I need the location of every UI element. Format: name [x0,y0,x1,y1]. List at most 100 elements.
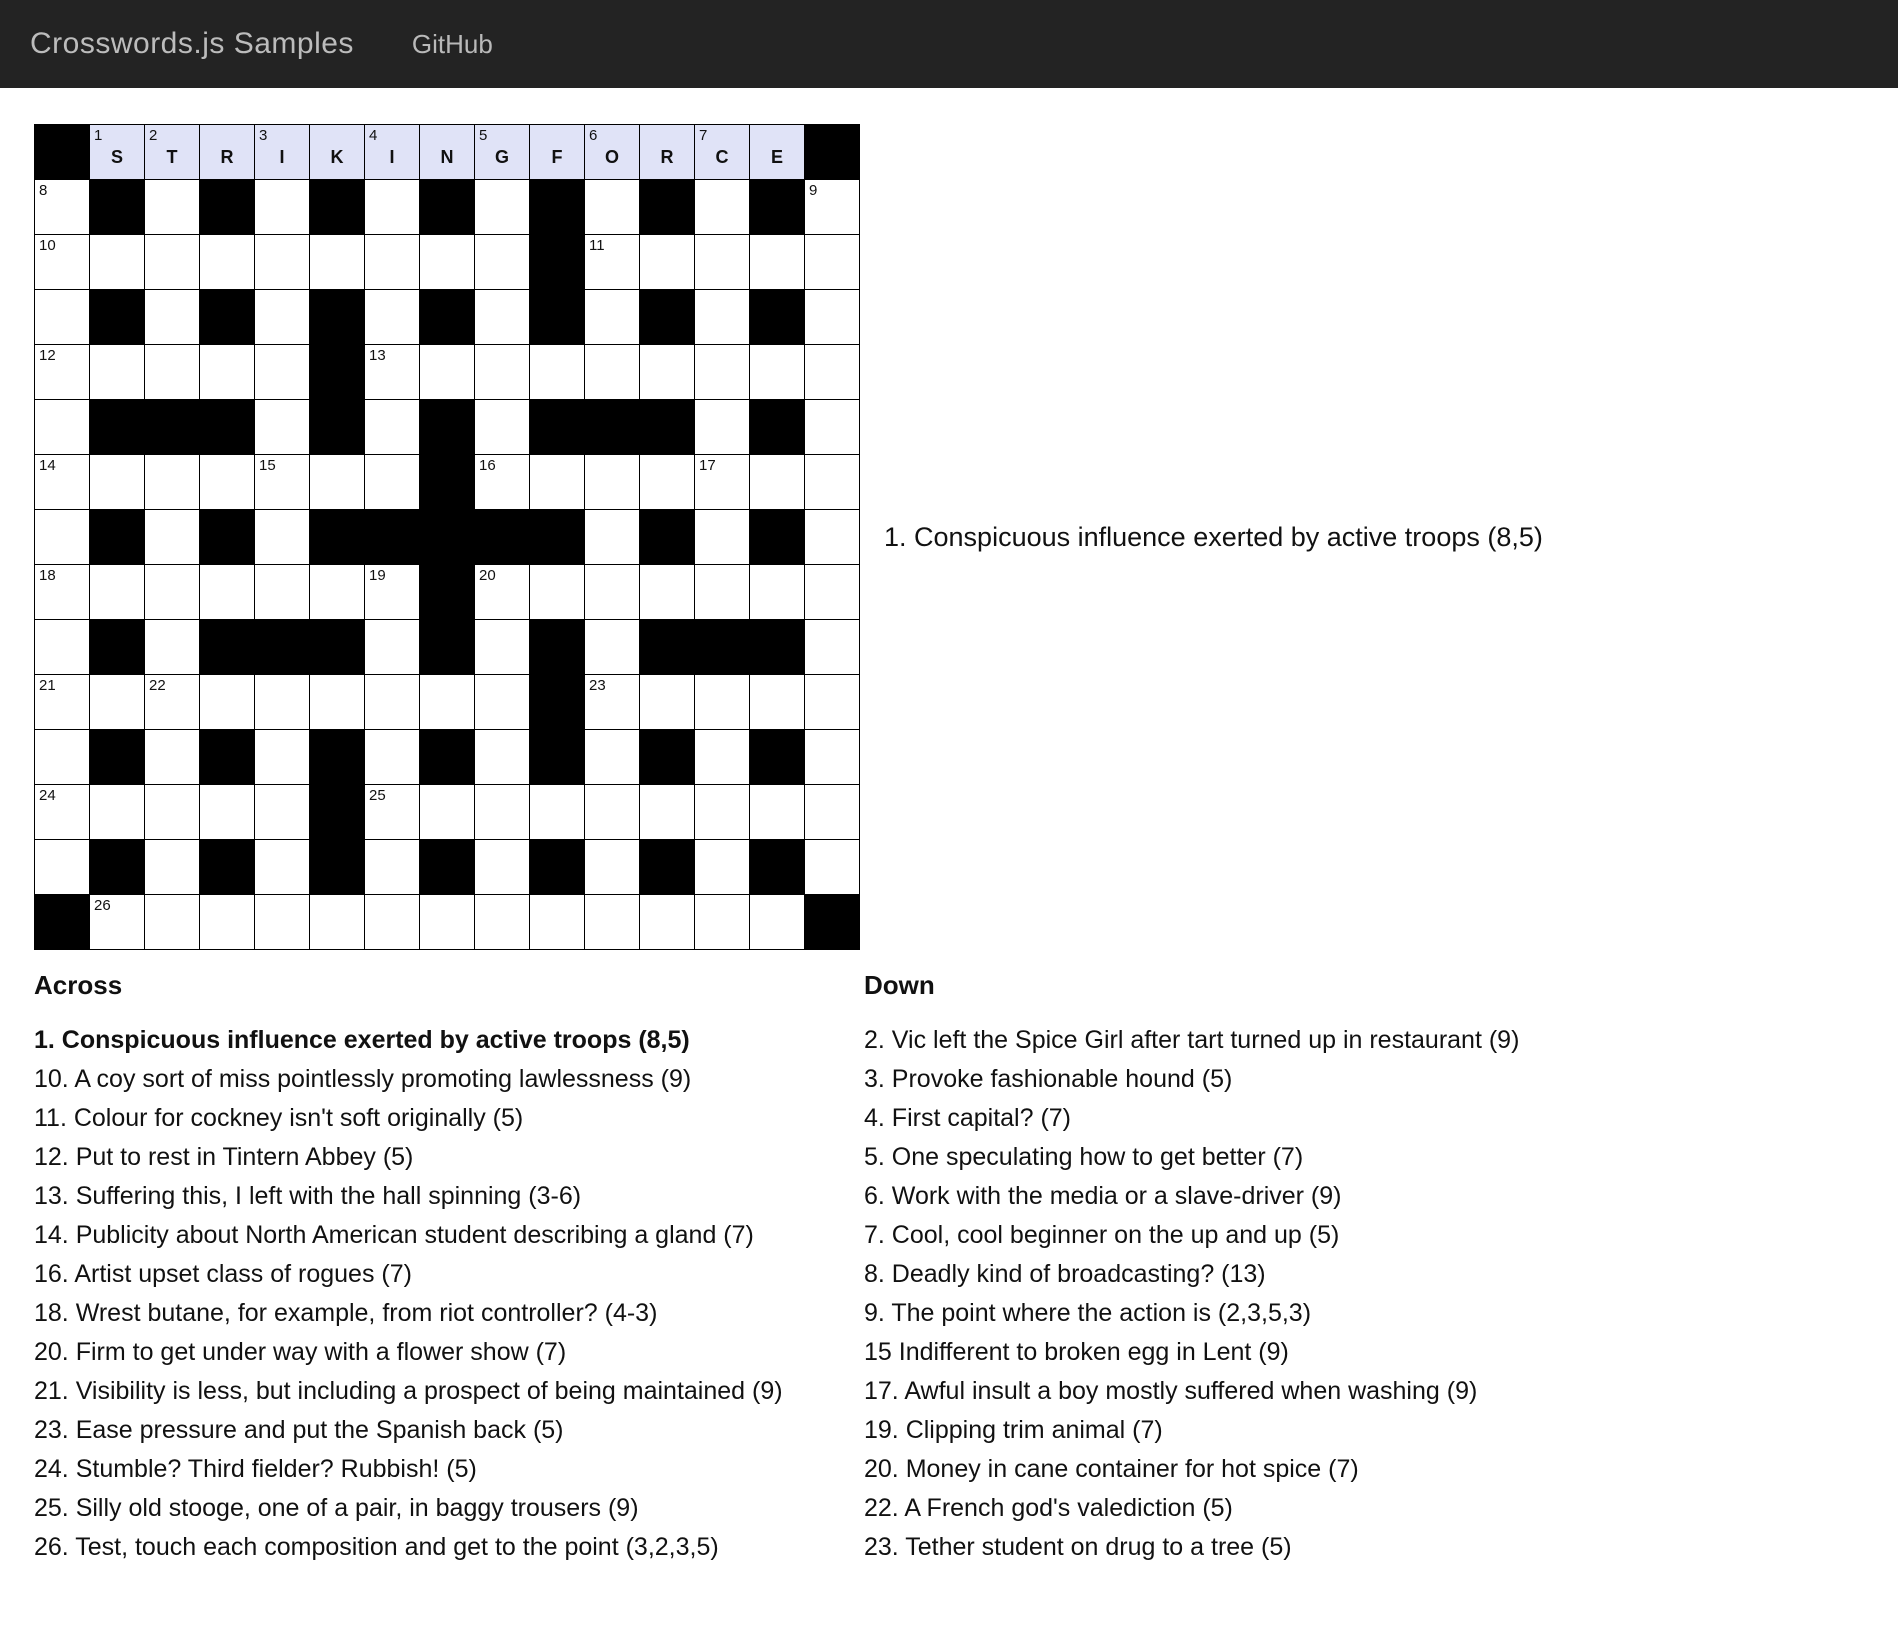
grid-cell[interactable] [805,620,860,675]
grid-cell[interactable]: 22 [145,675,200,730]
grid-cell[interactable] [35,730,90,785]
grid-cell[interactable]: 26 [90,895,145,950]
grid-cell[interactable] [640,455,695,510]
grid-cell[interactable] [475,730,530,785]
grid-cell[interactable] [90,235,145,290]
grid-cell[interactable] [750,345,805,400]
grid-cell[interactable]: 9 [805,180,860,235]
down-clue[interactable]: 20. Money in cane container for hot spic… [864,1450,1519,1489]
down-clue[interactable]: 2. Vic left the Spice Girl after tart tu… [864,1021,1519,1060]
across-clue[interactable]: 13. Suffering this, I left with the hall… [34,1177,864,1216]
grid-cell[interactable] [420,675,475,730]
down-clue[interactable]: 19. Clipping trim animal (7) [864,1411,1519,1450]
grid-cell[interactable] [640,565,695,620]
grid-cell[interactable] [255,565,310,620]
grid-cell[interactable] [805,345,860,400]
grid-cell[interactable] [365,290,420,345]
grid-cell[interactable] [750,235,805,290]
grid-cell[interactable]: 12 [35,345,90,400]
down-clue[interactable]: 22. A French god's valediction (5) [864,1489,1519,1528]
grid-cell[interactable] [695,895,750,950]
grid-cell[interactable] [585,840,640,895]
grid-cell[interactable] [310,455,365,510]
grid-cell[interactable] [585,455,640,510]
grid-cell[interactable] [255,785,310,840]
grid-cell[interactable] [695,510,750,565]
grid-cell[interactable] [475,345,530,400]
grid-cell[interactable] [475,400,530,455]
grid-cell[interactable] [200,895,255,950]
grid-cell[interactable] [90,565,145,620]
grid-cell[interactable] [365,895,420,950]
across-clue[interactable]: 25. Silly old stooge, one of a pair, in … [34,1489,864,1528]
grid-cell[interactable] [475,620,530,675]
grid-cell[interactable]: 13 [365,345,420,400]
grid-cell[interactable] [145,345,200,400]
grid-cell[interactable] [255,895,310,950]
grid-cell[interactable] [585,785,640,840]
grid-cell[interactable] [640,675,695,730]
grid-cell[interactable]: 14 [35,455,90,510]
grid-cell[interactable] [255,840,310,895]
grid-cell[interactable] [585,565,640,620]
grid-cell[interactable] [365,180,420,235]
down-clue[interactable]: 9. The point where the action is (2,3,5,… [864,1294,1519,1333]
grid-cell[interactable] [585,510,640,565]
grid-cell[interactable] [255,180,310,235]
grid-cell[interactable] [310,895,365,950]
grid-cell[interactable]: 7C [695,125,750,180]
grid-cell[interactable] [35,840,90,895]
grid-cell[interactable] [365,675,420,730]
grid-cell[interactable] [255,730,310,785]
grid-cell[interactable]: 25 [365,785,420,840]
grid-cell[interactable] [695,180,750,235]
grid-cell[interactable] [200,565,255,620]
grid-cell[interactable] [145,785,200,840]
grid-cell[interactable] [200,235,255,290]
across-clue[interactable]: 16. Artist upset class of rogues (7) [34,1255,864,1294]
grid-cell[interactable]: 5G [475,125,530,180]
grid-cell[interactable] [200,345,255,400]
grid-cell[interactable]: 2T [145,125,200,180]
grid-cell[interactable] [255,235,310,290]
grid-cell[interactable]: 3I [255,125,310,180]
grid-cell[interactable] [475,180,530,235]
grid-cell[interactable] [530,785,585,840]
grid-cell[interactable] [35,400,90,455]
grid-cell[interactable] [200,785,255,840]
grid-cell[interactable] [530,565,585,620]
grid-cell[interactable] [805,785,860,840]
grid-cell[interactable] [750,895,805,950]
grid-cell[interactable] [805,235,860,290]
grid-cell[interactable] [365,730,420,785]
grid-cell[interactable]: R [640,125,695,180]
grid-cell[interactable]: 4I [365,125,420,180]
down-clue[interactable]: 4. First capital? (7) [864,1099,1519,1138]
grid-cell[interactable] [695,840,750,895]
grid-cell[interactable] [475,675,530,730]
grid-cell[interactable]: 16 [475,455,530,510]
grid-cell[interactable] [145,290,200,345]
across-clue[interactable]: 26. Test, touch each composition and get… [34,1528,864,1567]
grid-cell[interactable] [145,620,200,675]
grid-cell[interactable]: N [420,125,475,180]
grid-cell[interactable] [805,290,860,345]
across-clue[interactable]: 11. Colour for cockney isn't soft origin… [34,1099,864,1138]
grid-cell[interactable] [200,675,255,730]
across-clue[interactable]: 20. Firm to get under way with a flower … [34,1333,864,1372]
grid-cell[interactable] [475,290,530,345]
grid-cell[interactable] [475,785,530,840]
grid-cell[interactable]: 17 [695,455,750,510]
grid-cell[interactable] [695,730,750,785]
across-clue[interactable]: 1. Conspicuous influence exerted by acti… [34,1021,864,1060]
grid-cell[interactable] [90,675,145,730]
grid-cell[interactable] [750,455,805,510]
grid-cell[interactable]: 10 [35,235,90,290]
grid-cell[interactable] [805,510,860,565]
across-clue[interactable]: 18. Wrest butane, for example, from riot… [34,1294,864,1333]
grid-cell[interactable] [475,895,530,950]
grid-cell[interactable] [35,290,90,345]
grid-cell[interactable]: 19 [365,565,420,620]
grid-cell[interactable] [805,675,860,730]
across-clue[interactable]: 21. Visibility is less, but including a … [34,1372,864,1411]
